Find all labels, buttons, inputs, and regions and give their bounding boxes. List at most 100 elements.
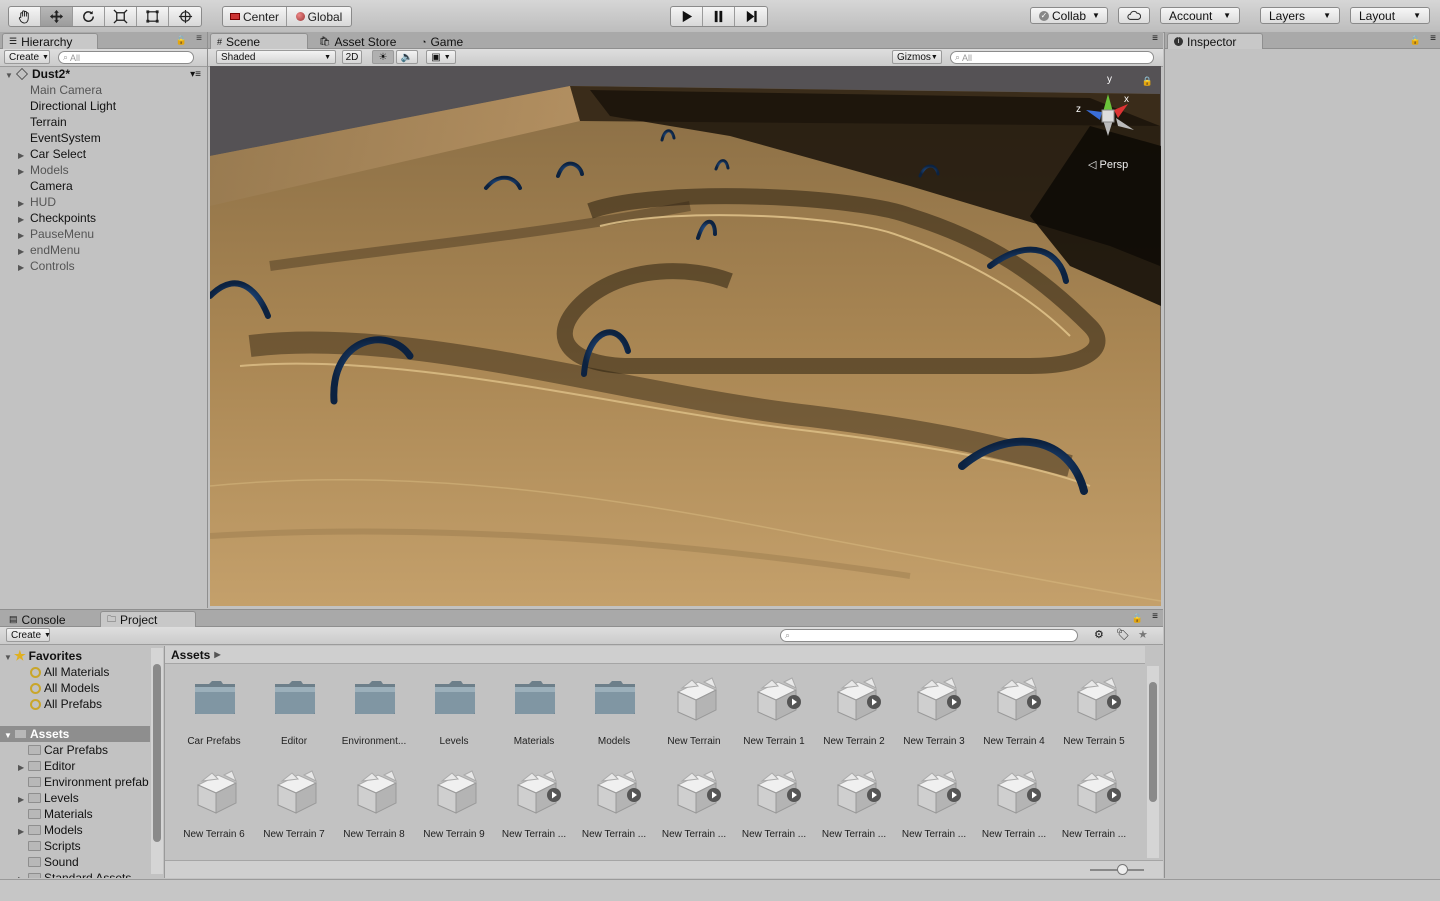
terrain-asset-tile[interactable]: New Terrain ...: [494, 767, 574, 857]
panel-menu-icon[interactable]: ≡: [196, 33, 202, 44]
hierarchy-create-button[interactable]: Create ▼: [4, 50, 50, 64]
space-global-button[interactable]: Global: [287, 7, 351, 26]
asset-folder-tile[interactable]: Editor: [254, 674, 334, 764]
asset-folder-tile[interactable]: Car Prefabs: [174, 674, 254, 764]
2d-toggle[interactable]: 2D: [342, 50, 362, 64]
expand-right-icon[interactable]: ▶: [18, 199, 25, 208]
hierarchy-item[interactable]: ▶ endMenu: [0, 242, 206, 258]
terrain-asset-tile[interactable]: New Terrain ...: [894, 767, 974, 857]
favorite-item[interactable]: All Prefabs: [30, 696, 102, 712]
asset-folder-tile[interactable]: Levels: [414, 674, 494, 764]
asset-folder-tile[interactable]: Models: [574, 674, 654, 764]
project-create-button[interactable]: Create ▼: [6, 628, 51, 642]
expand-down-icon[interactable]: ▼: [4, 653, 12, 662]
tab-console[interactable]: ▤ Console: [2, 611, 98, 627]
expand-right-icon[interactable]: ▶: [18, 263, 25, 272]
favorite-item[interactable]: All Models: [30, 680, 99, 696]
hierarchy-item[interactable]: ▶ Checkpoints: [0, 210, 206, 226]
expand-right-icon[interactable]: ▶: [18, 875, 25, 879]
expand-right-icon[interactable]: ▶: [18, 151, 25, 160]
tab-game[interactable]: ◔ Game: [414, 33, 484, 49]
asset-folder-item[interactable]: ▶ Models: [18, 822, 83, 838]
hierarchy-item[interactable]: Camera: [0, 178, 206, 194]
tree-scroll-thumb[interactable]: [153, 664, 161, 842]
hierarchy-item[interactable]: Main Camera: [0, 82, 206, 98]
audio-toggle[interactable]: 🔈: [396, 50, 418, 64]
project-search-input[interactable]: ⌕: [780, 629, 1078, 642]
icon-size-slider-thumb[interactable]: [1117, 864, 1128, 875]
scale-tool-icon[interactable]: [105, 7, 137, 26]
asset-folder-item[interactable]: Car Prefabs: [18, 742, 108, 758]
asset-folder-item[interactable]: ▶ Standard Assets: [18, 870, 131, 878]
lighting-toggle[interactable]: ☀: [372, 50, 394, 64]
asset-folder-item[interactable]: ▶ Levels: [18, 790, 79, 806]
asset-folder-item[interactable]: Materials: [18, 806, 93, 822]
expand-right-icon[interactable]: ▶: [18, 215, 25, 224]
asset-folder-item[interactable]: Sound: [18, 854, 79, 870]
hierarchy-search-input[interactable]: ⌕ All: [58, 51, 194, 64]
grid-scrollbar[interactable]: [1147, 666, 1159, 858]
tab-project[interactable]: 🗀 Project: [100, 611, 196, 627]
hierarchy-item[interactable]: ▶ HUD: [0, 194, 206, 210]
tab-hierarchy[interactable]: ☰ Hierarchy: [2, 33, 98, 49]
terrain-asset-tile[interactable]: New Terrain ...: [654, 767, 734, 857]
transform-tool-icon[interactable]: [169, 7, 201, 26]
scene-search-input[interactable]: ⌕ All: [950, 51, 1154, 64]
terrain-asset-tile[interactable]: New Terrain 6: [174, 767, 254, 857]
effects-dropdown[interactable]: ▣ ▼: [426, 50, 456, 64]
assets-root-row[interactable]: ▼ Assets: [0, 726, 150, 742]
terrain-asset-tile[interactable]: New Terrain 1: [734, 674, 814, 764]
hierarchy-item[interactable]: Terrain: [0, 114, 206, 130]
scene-menu-icon[interactable]: ▾≡: [190, 69, 201, 80]
account-dropdown[interactable]: Account ▼: [1160, 7, 1240, 24]
hand-tool-icon[interactable]: [9, 7, 41, 26]
gizmo-lock-icon[interactable]: 🔒: [1142, 76, 1153, 87]
favorite-item[interactable]: All Materials: [30, 664, 109, 680]
layers-dropdown[interactable]: Layers ▼: [1260, 7, 1340, 24]
layout-dropdown[interactable]: Layout ▼: [1350, 7, 1430, 24]
filter-type-icon[interactable]: ⚙: [1094, 628, 1104, 641]
play-button[interactable]: [671, 7, 703, 26]
terrain-asset-tile[interactable]: New Terrain 8: [334, 767, 414, 857]
cloud-button[interactable]: [1118, 7, 1150, 24]
terrain-asset-tile[interactable]: New Terrain ...: [814, 767, 894, 857]
lock-icon[interactable]: 🔒: [1410, 35, 1421, 46]
expand-down-icon[interactable]: ▼: [5, 71, 13, 80]
tab-inspector[interactable]: i Inspector: [1167, 33, 1263, 49]
hierarchy-item[interactable]: ▶ Controls: [0, 258, 206, 274]
terrain-asset-tile[interactable]: New Terrain 5: [1054, 674, 1134, 764]
gizmos-dropdown[interactable]: Gizmos ▼: [892, 50, 942, 64]
shading-mode-dropdown[interactable]: Shaded ▼: [216, 50, 336, 64]
asset-folder-tile[interactable]: Environment...: [334, 674, 414, 764]
terrain-asset-tile[interactable]: New Terrain 4: [974, 674, 1054, 764]
hierarchy-item[interactable]: EventSystem: [0, 130, 206, 146]
panel-menu-icon[interactable]: ≡: [1152, 33, 1158, 44]
expand-right-icon[interactable]: ▶: [18, 795, 25, 804]
grid-scroll-thumb[interactable]: [1149, 682, 1157, 802]
expand-right-icon[interactable]: ▶: [18, 167, 25, 176]
pivot-center-button[interactable]: Center: [223, 7, 287, 26]
tag-icon[interactable]: 🏷: [1116, 628, 1130, 641]
terrain-asset-tile[interactable]: New Terrain ...: [574, 767, 654, 857]
lock-icon[interactable]: 🔒: [176, 35, 187, 46]
terrain-asset-tile[interactable]: New Terrain: [654, 674, 734, 764]
hierarchy-item[interactable]: ▶ PauseMenu: [0, 226, 206, 242]
terrain-asset-tile[interactable]: New Terrain ...: [734, 767, 814, 857]
hierarchy-item[interactable]: ▶ Models: [0, 162, 206, 178]
lock-icon[interactable]: 🔒: [1132, 613, 1143, 624]
terrain-asset-tile[interactable]: New Terrain 7: [254, 767, 334, 857]
asset-folder-tile[interactable]: Materials: [494, 674, 574, 764]
move-tool-icon[interactable]: [41, 7, 73, 26]
rect-tool-icon[interactable]: [137, 7, 169, 26]
favorites-row[interactable]: ▼ ★ Favorites: [4, 648, 82, 664]
terrain-asset-tile[interactable]: New Terrain 3: [894, 674, 974, 764]
terrain-asset-tile[interactable]: New Terrain ...: [974, 767, 1054, 857]
panel-menu-icon[interactable]: ≡: [1152, 611, 1158, 622]
scene-viewport[interactable]: y x z ◁ Persp 🔒: [210, 66, 1161, 606]
panel-menu-icon[interactable]: ≡: [1430, 33, 1436, 44]
collab-dropdown[interactable]: ✓ Collab ▼: [1030, 7, 1108, 24]
terrain-asset-tile[interactable]: New Terrain ...: [1054, 767, 1134, 857]
tab-asset-store[interactable]: 🛍 Asset Store: [312, 33, 412, 49]
asset-folder-item[interactable]: Environment prefab: [18, 774, 149, 790]
hierarchy-item[interactable]: Directional Light: [0, 98, 206, 114]
